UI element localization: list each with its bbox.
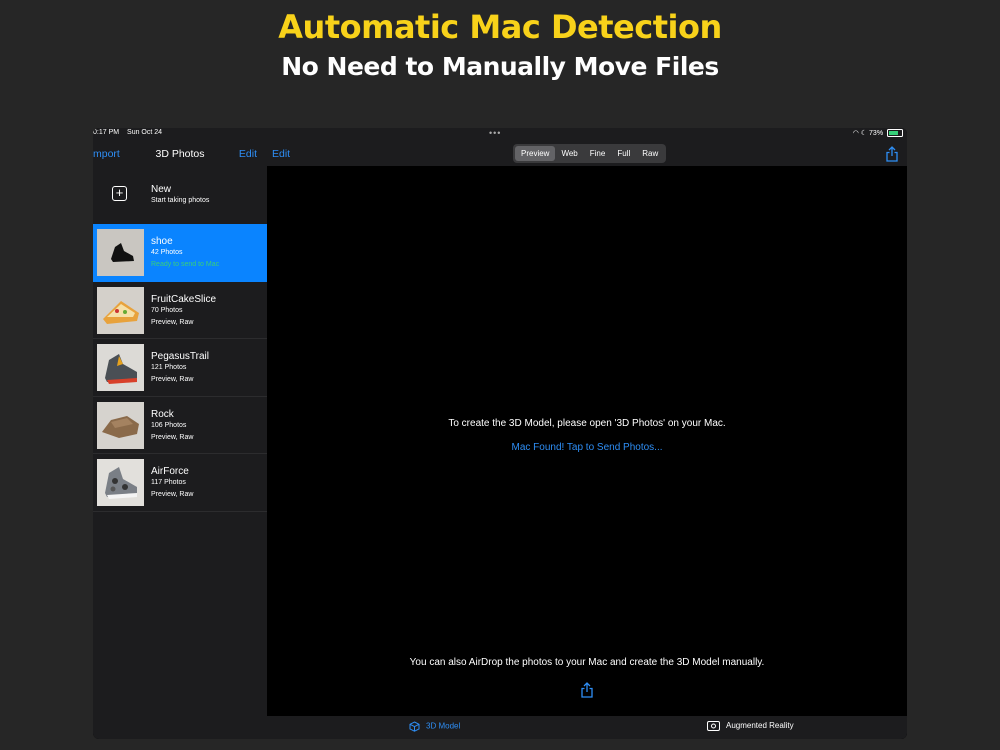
ar-camera-icon bbox=[707, 721, 720, 731]
item-title: PegasusTrail bbox=[151, 351, 209, 363]
list-item-airforce[interactable]: AirForce 117 Photos Preview, Raw bbox=[93, 454, 267, 512]
segment-web[interactable]: Web bbox=[555, 146, 583, 161]
tab-bar: 3D Model Augmented Reality bbox=[267, 716, 907, 739]
plus-square-icon: + bbox=[112, 186, 127, 201]
item-detail: Preview, Raw bbox=[151, 318, 194, 326]
promo-subheadline: No Need to Manually Move Files bbox=[281, 52, 719, 81]
segment-preview[interactable]: Preview bbox=[515, 146, 556, 161]
multitasking-dots[interactable]: ••• bbox=[489, 128, 501, 138]
item-detail: Ready to send to Mac bbox=[151, 261, 220, 268]
thumbnail-rock bbox=[97, 401, 144, 449]
new-photo-set-row[interactable]: + New Start taking photos bbox=[93, 167, 267, 224]
new-title: New bbox=[151, 184, 172, 195]
detail-pane: ••• ◠ ☾ 73% Edit Preview Web Fine Full R… bbox=[267, 128, 907, 739]
mac-found-link[interactable]: Mac Found! Tap to Send Photos... bbox=[267, 442, 907, 453]
list-item-fruitcakeslice[interactable]: FruitCakeSlice 70 Photos Preview, Raw bbox=[93, 282, 267, 340]
status-date: Sun Oct 24 bbox=[127, 129, 163, 136]
cube-icon bbox=[409, 721, 420, 732]
status-time: 0:17 PM bbox=[93, 129, 120, 136]
item-title: shoe bbox=[151, 236, 173, 247]
thumbnail-fruitcakeslice bbox=[97, 286, 144, 334]
item-count: 106 Photos bbox=[151, 421, 187, 429]
tab-3d-model[interactable]: 3D Model bbox=[409, 721, 460, 732]
tab-label: 3D Model bbox=[426, 721, 461, 731]
thumbnail-airforce bbox=[97, 459, 144, 507]
tab-label: Augmented Reality bbox=[726, 721, 794, 731]
segment-fine[interactable]: Fine bbox=[584, 146, 612, 161]
status-bar-left: 0:17 PM Sun Oct 24 bbox=[93, 129, 168, 136]
list-item-pegasustrail[interactable]: PegasusTrail 121 Photos Preview, Raw bbox=[93, 339, 267, 397]
airdrop-share-icon[interactable] bbox=[580, 682, 594, 698]
thumbnail-pegasustrail bbox=[97, 344, 144, 392]
sidebar: 0:17 PM Sun Oct 24 mport 3D Photos Edit … bbox=[93, 128, 267, 739]
item-detail: Preview, Raw bbox=[151, 491, 194, 499]
photo-set-list: + New Start taking photos shoe 42 Photos… bbox=[93, 167, 267, 512]
item-count: 121 Photos bbox=[151, 364, 187, 372]
thumbnail-shoe bbox=[97, 229, 144, 276]
list-item-shoe[interactable]: shoe 42 Photos Ready to send to Mac bbox=[93, 224, 267, 282]
battery-percent: 73% bbox=[869, 130, 884, 137]
tab-augmented-reality[interactable]: Augmented Reality bbox=[707, 721, 794, 731]
ipad-screen: 0:17 PM Sun Oct 24 mport 3D Photos Edit … bbox=[93, 128, 907, 739]
battery-icon bbox=[887, 129, 903, 138]
quality-segmented-control: Preview Web Fine Full Raw bbox=[513, 144, 667, 163]
item-count: 117 Photos bbox=[151, 479, 186, 487]
item-title: Rock bbox=[151, 408, 174, 420]
segment-full[interactable]: Full bbox=[611, 146, 636, 161]
item-detail: Preview, Raw bbox=[151, 433, 194, 441]
new-subtitle: Start taking photos bbox=[151, 197, 210, 204]
share-icon[interactable] bbox=[885, 146, 899, 162]
open-on-mac-message: To create the 3D Model, please open '3D … bbox=[448, 418, 726, 429]
item-title: AirForce bbox=[151, 466, 189, 478]
list-item-rock[interactable]: Rock 106 Photos Preview, Raw bbox=[93, 397, 267, 455]
segment-raw[interactable]: Raw bbox=[636, 146, 664, 161]
moon-icon: ☾ bbox=[860, 130, 868, 137]
item-detail: Preview, Raw bbox=[151, 376, 194, 384]
airdrop-message: You can also AirDrop the photos to your … bbox=[409, 657, 765, 668]
promo-headline: Automatic Mac Detection bbox=[278, 8, 722, 46]
item-count: 42 Photos bbox=[151, 249, 183, 256]
sidebar-edit-button[interactable]: Edit bbox=[239, 148, 257, 160]
item-count: 70 Photos bbox=[151, 306, 183, 314]
status-bar-right: ◠ ☾ 73% bbox=[852, 129, 903, 138]
item-title: FruitCakeSlice bbox=[151, 293, 217, 305]
wifi-icon: ◠ bbox=[852, 130, 859, 137]
detail-edit-button[interactable]: Edit bbox=[272, 148, 290, 160]
